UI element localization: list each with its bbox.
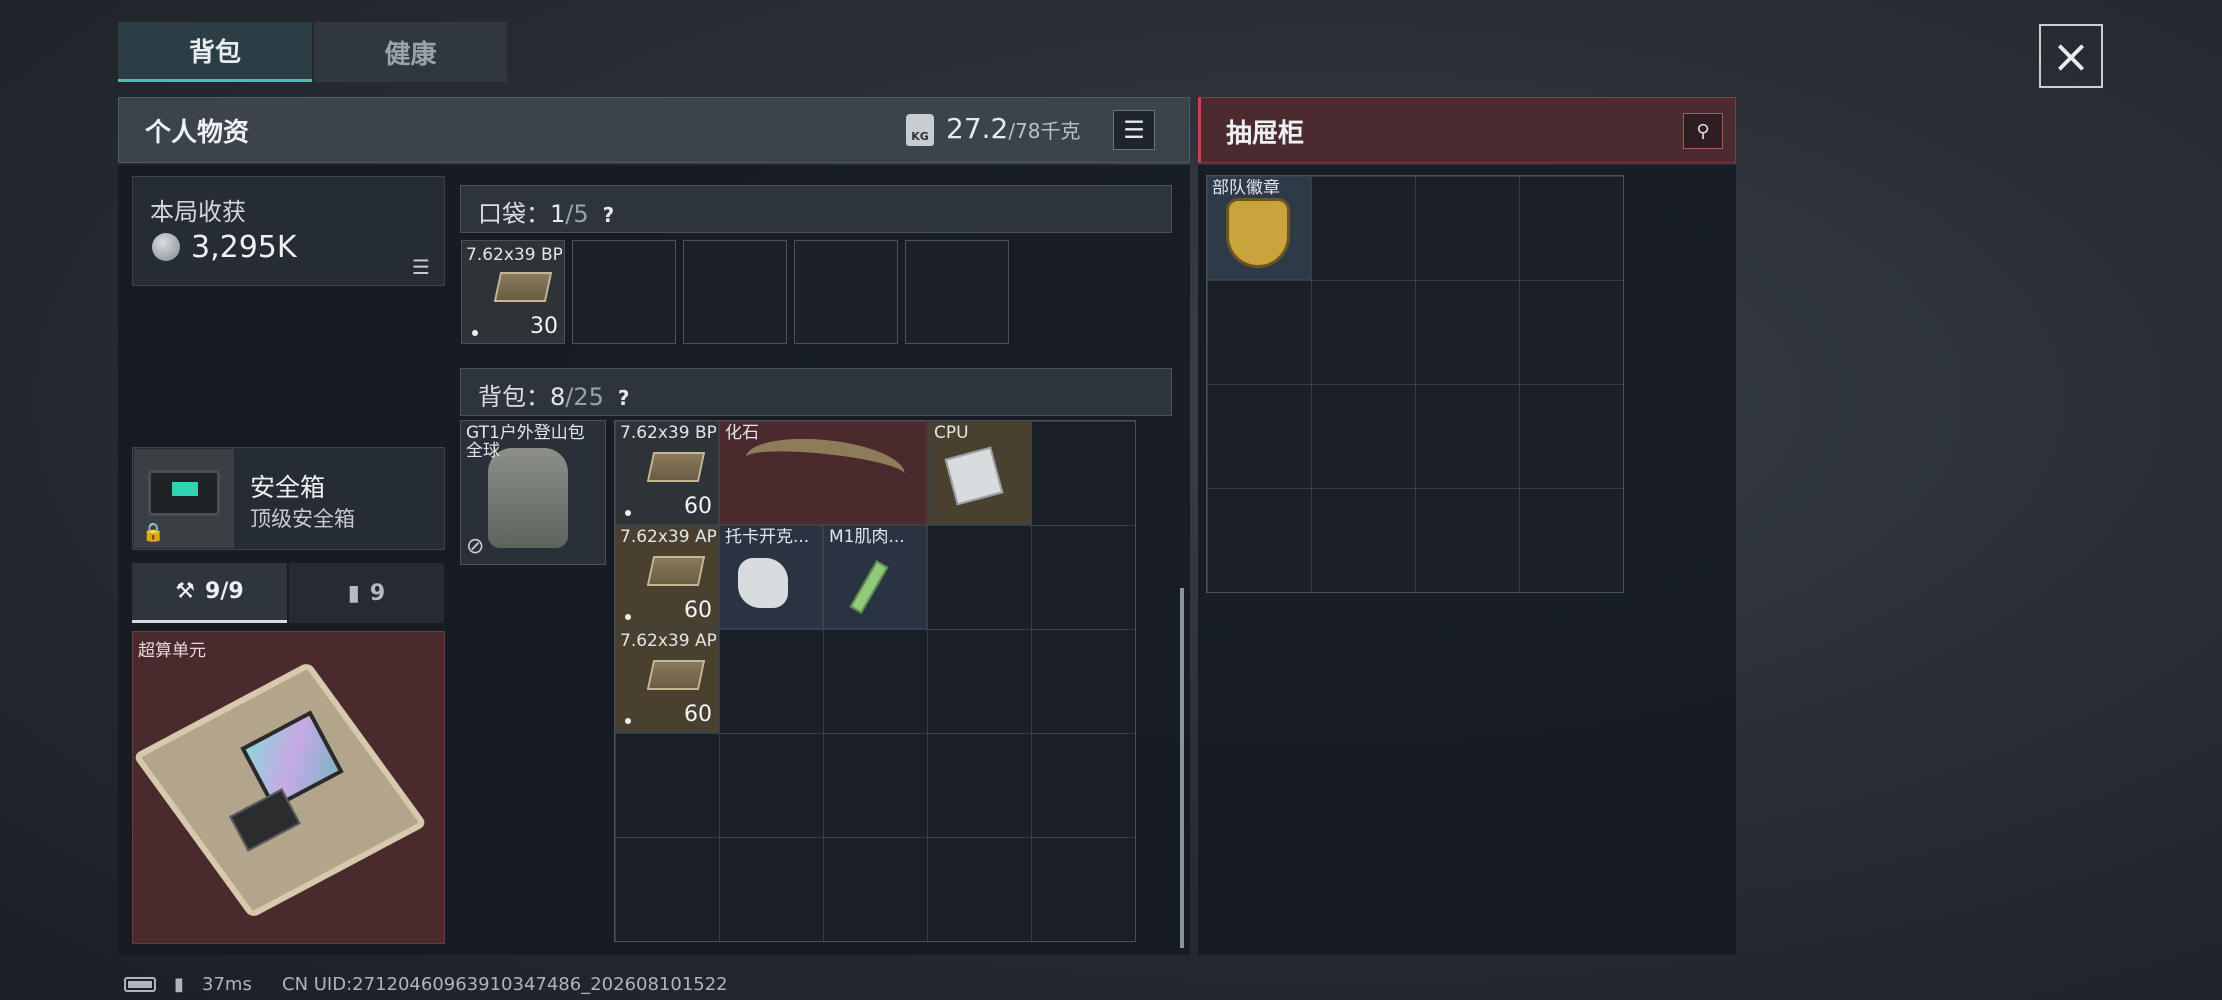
item-ammo-ap-qty: 60 — [684, 598, 712, 623]
item-cpu-name: CPU — [934, 424, 969, 442]
tab-container-label: 9 — [369, 580, 386, 606]
personal-title: 个人物资 — [145, 118, 250, 148]
ammo-dot-icon — [625, 510, 631, 516]
ping-text: 37ms — [202, 974, 252, 995]
ammo-dot-icon — [625, 718, 631, 724]
pocket-title: 口袋： — [478, 200, 550, 228]
item-ammo-bp-qty: 60 — [684, 494, 712, 519]
tab-health[interactable]: 健康 — [314, 22, 507, 82]
pocket-label: 口袋：1/5? — [478, 194, 614, 229]
tab-equipment-label: 9/9 — [205, 579, 244, 604]
item-m1-name: M1肌肉... — [829, 528, 905, 546]
ammo-box-icon — [646, 556, 706, 586]
backpack-title: 背包： — [478, 383, 550, 411]
tab-container[interactable]: ▮ 9 — [289, 563, 444, 623]
backpack-label: 背包：8/25? — [478, 377, 630, 412]
backpack-count: 8 — [550, 383, 566, 411]
item-fossil-name: 化石 — [725, 424, 759, 442]
ammo-box-icon — [493, 272, 553, 302]
safe-box-type: 顶级安全箱 — [250, 507, 355, 531]
weight-readout: 27.2/78千克 — [946, 112, 1081, 145]
ammo-box-icon — [646, 660, 706, 690]
sort-list-button[interactable]: ☰ — [1113, 110, 1155, 150]
supercomputer-label: 超算单元 — [138, 641, 206, 661]
pocket-slot[interactable] — [572, 240, 676, 344]
pocket-help-button[interactable]: ? — [603, 203, 615, 227]
item-ammo-ap-name: 7.62x39 AP — [620, 632, 716, 650]
pocket-slot[interactable] — [794, 240, 898, 344]
loot-label: 本局收获 — [150, 198, 246, 226]
backpack-total: /25 — [565, 383, 604, 411]
toolbox-icon: ⚒ — [175, 579, 196, 604]
close-icon: × — [2051, 29, 2091, 83]
pocket-count: 1 — [550, 200, 566, 228]
weight-current: 27.2 — [946, 112, 1009, 145]
lock-icon: 🔒 — [142, 522, 165, 543]
pocket-total: /5 — [565, 200, 589, 228]
safe-box-name: 安全箱 — [250, 473, 326, 502]
loot-detail-button[interactable]: ☰ — [412, 255, 430, 279]
no-insure-icon: ⊘ — [466, 534, 485, 559]
item-unit-badge-name: 部队徽章 — [1212, 179, 1280, 197]
uid-text: CN UID:27120460963910347486_202608101522 — [282, 974, 728, 995]
tokarev-package-icon — [738, 558, 788, 608]
pocket-slot[interactable] — [905, 240, 1009, 344]
item-tokarev-name: 托卡开克... — [725, 528, 810, 546]
item-ammo-ap-name: 7.62x39 AP — [620, 528, 716, 546]
safe-box-led — [172, 482, 198, 496]
signal-icon: ▮ — [174, 974, 184, 995]
loot-value: 3,295K — [191, 230, 297, 265]
close-button[interactable]: × — [2039, 24, 2103, 88]
locate-button[interactable]: ⚲ — [1683, 113, 1723, 149]
tab-backpack[interactable]: 背包 — [118, 22, 312, 82]
equipped-bag-name: GT1户外登山包 全球 — [466, 424, 585, 461]
ammo-dot-icon — [472, 330, 478, 336]
list-icon: ☰ — [1123, 116, 1145, 144]
pocket-slot[interactable] — [683, 240, 787, 344]
badge-shield-icon — [1226, 198, 1290, 268]
weight-max: /78千克 — [1008, 119, 1081, 143]
battery-level — [128, 981, 152, 988]
scrollbar[interactable] — [1180, 588, 1184, 948]
item-ammo-ap-qty: 60 — [684, 702, 712, 727]
coin-icon — [152, 233, 180, 261]
item-ammo-bp-name: 7.62x39 BP — [620, 424, 716, 442]
pocket-item-name: 7.62x39 BP — [466, 246, 562, 264]
pocket-item-qty: 30 — [530, 314, 558, 339]
container-icon: ▮ — [347, 580, 360, 606]
drawer-title: 抽屉柜 — [1226, 119, 1305, 149]
weight-icon: KG — [906, 114, 934, 146]
pin-icon: ⚲ — [1696, 120, 1710, 142]
backpack-help-button[interactable]: ? — [618, 386, 630, 410]
ammo-box-icon — [646, 452, 706, 482]
ammo-dot-icon — [625, 614, 631, 620]
tab-equipment[interactable]: ⚒ 9/9 — [132, 563, 287, 623]
